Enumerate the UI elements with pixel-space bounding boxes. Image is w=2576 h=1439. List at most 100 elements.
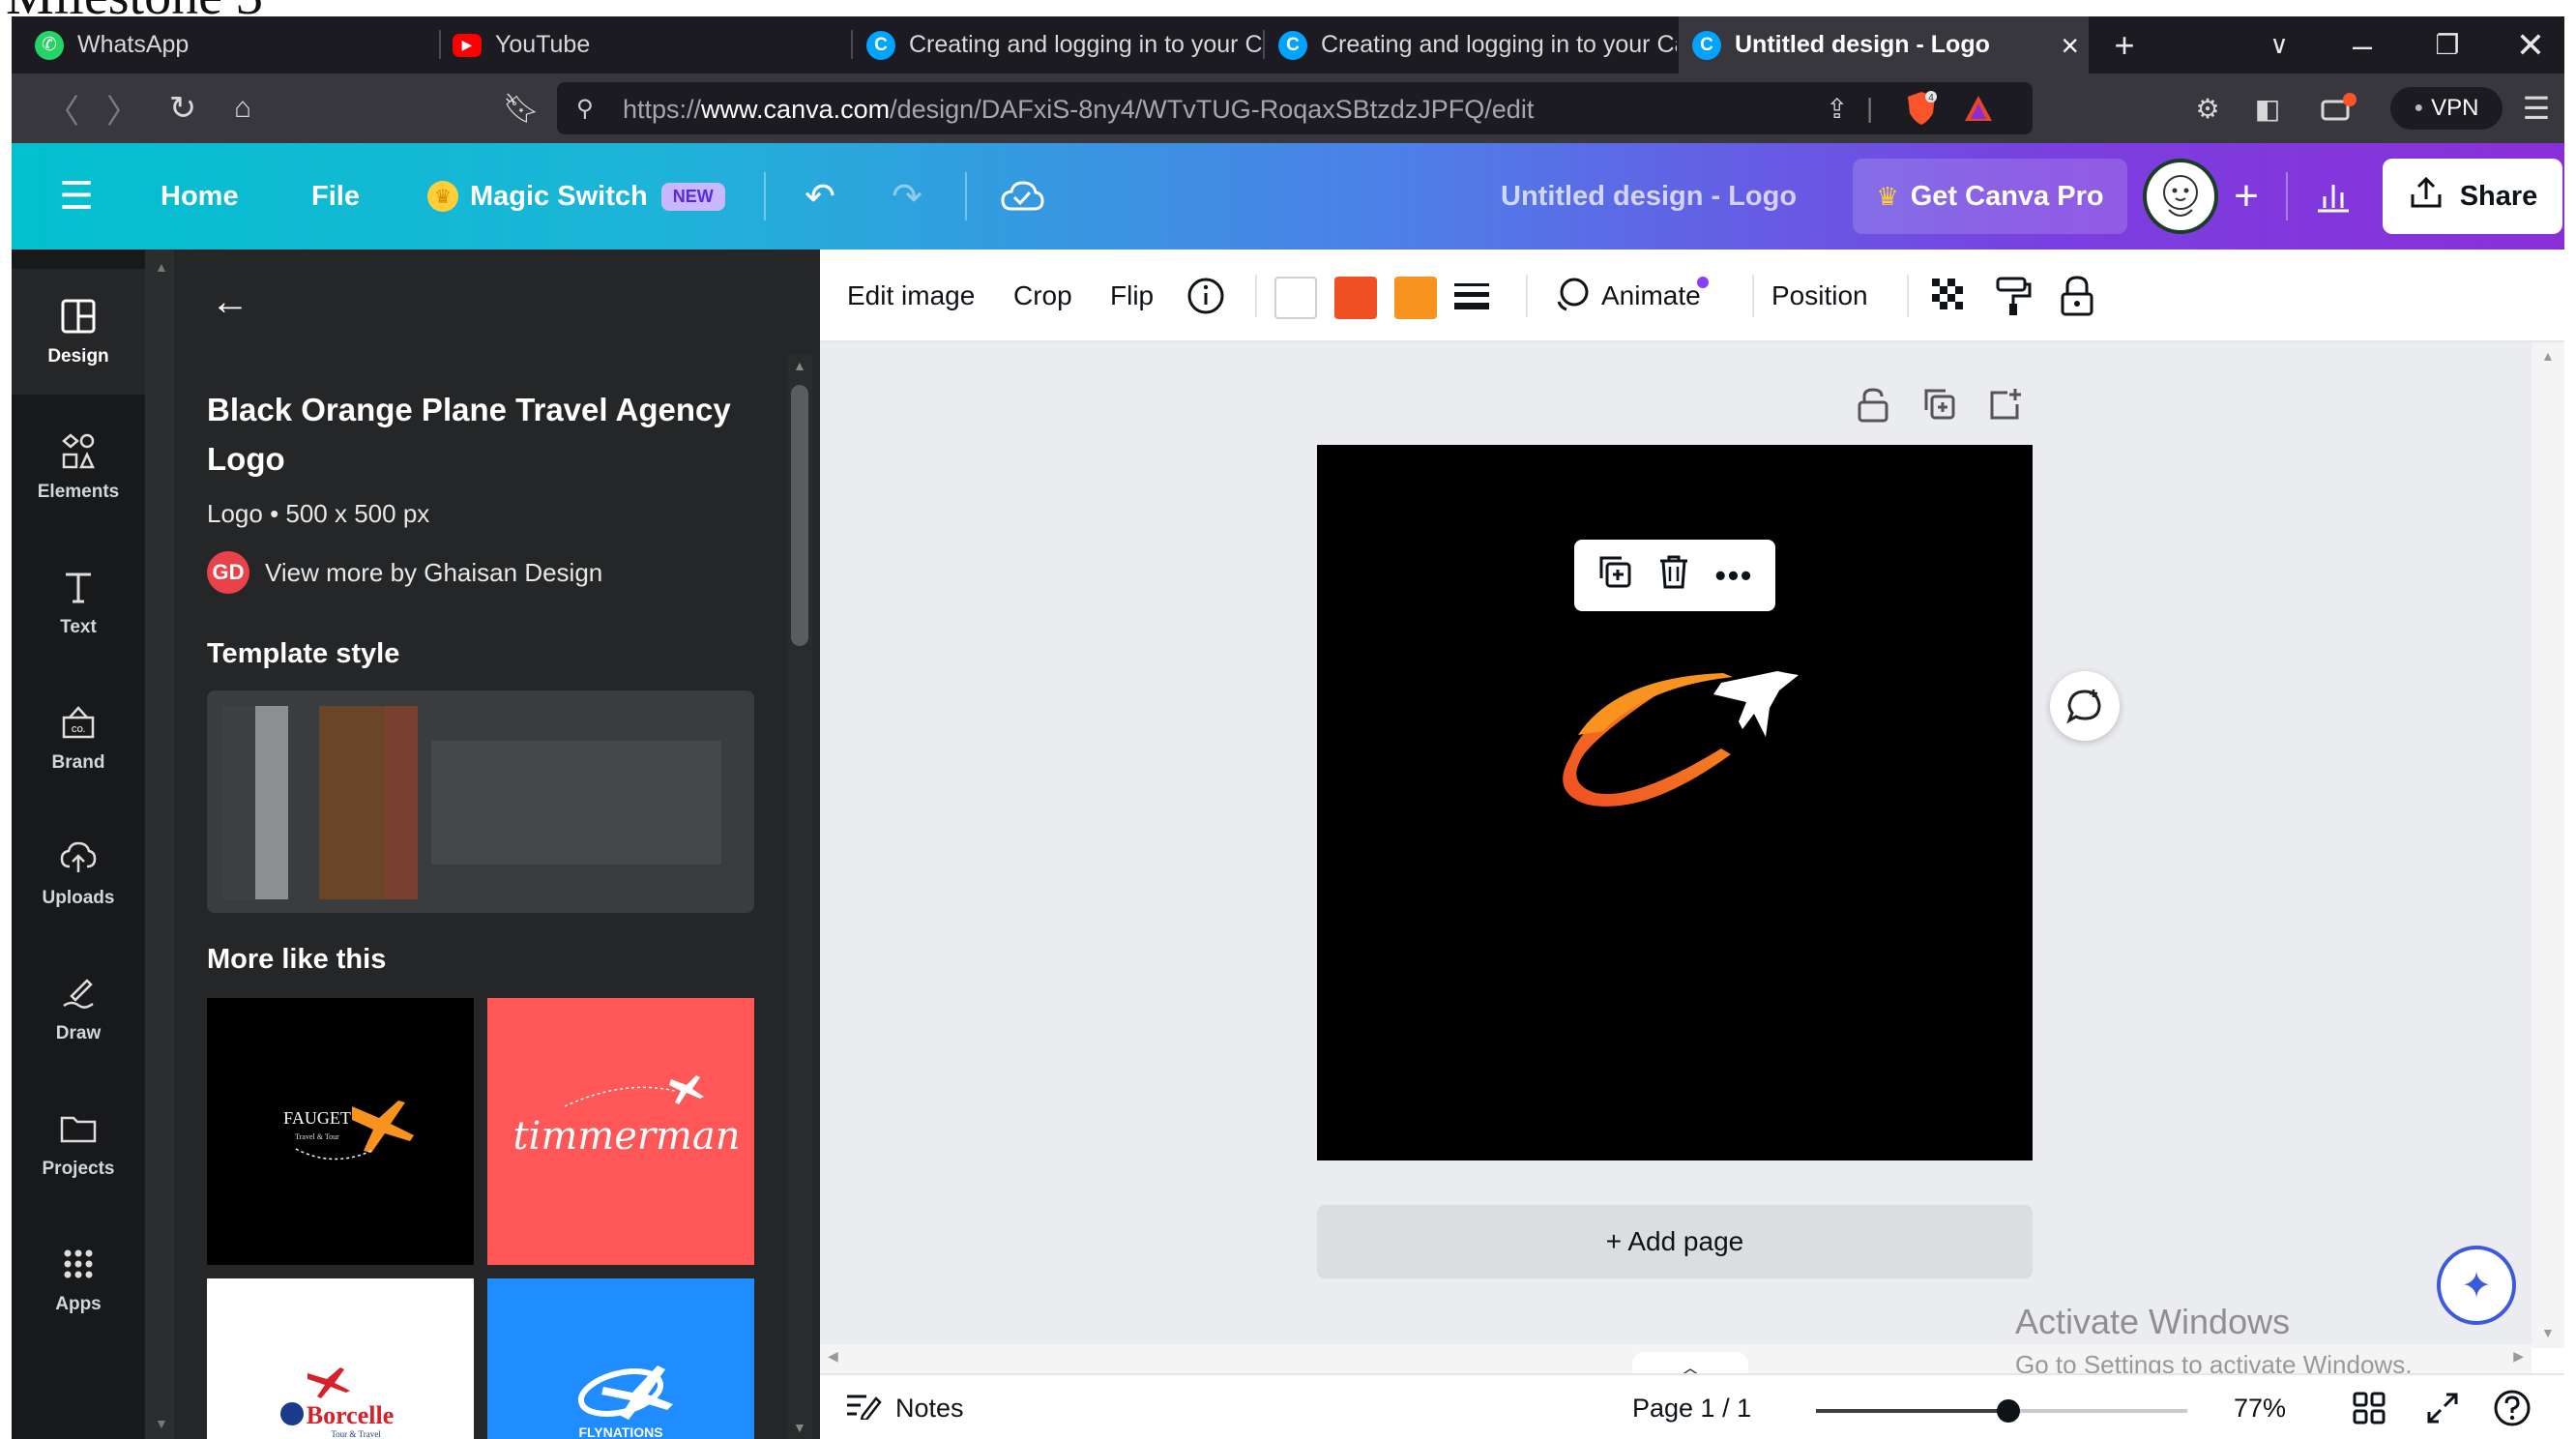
zoom-percentage[interactable]: 77% bbox=[2234, 1375, 2286, 1439]
show-pages-chevron-icon[interactable]: ︿ bbox=[1632, 1352, 1748, 1379]
duplicate-page-icon[interactable] bbox=[1922, 387, 1957, 430]
template-thumb-fauget[interactable]: FAUGET Travel & Tour bbox=[207, 998, 474, 1265]
color-swatch-white[interactable] bbox=[1274, 277, 1317, 319]
tab-list-chevron-icon[interactable]: ∨ bbox=[2245, 16, 2313, 73]
extensions-icon[interactable]: ⚙ bbox=[2181, 73, 2234, 143]
trash-icon[interactable] bbox=[1657, 553, 1690, 598]
tab-youtube[interactable]: ▶ YouTube bbox=[443, 16, 853, 73]
author-link[interactable]: GD View more by Ghaisan Design bbox=[207, 551, 602, 594]
rail-item-elements[interactable]: Elements bbox=[12, 404, 145, 530]
svg-text:FLYNATIONS: FLYNATIONS bbox=[578, 1424, 662, 1439]
add-page-button[interactable]: + Add page bbox=[1317, 1205, 2033, 1278]
page-indicator[interactable]: Page 1 / 1 bbox=[1632, 1375, 1751, 1439]
browser-menu-icon[interactable]: ☰ bbox=[2510, 73, 2562, 143]
rail-item-apps[interactable]: Apps bbox=[12, 1217, 145, 1342]
notes-button[interactable]: Notes bbox=[845, 1375, 964, 1439]
more-options-icon[interactable]: ••• bbox=[1715, 558, 1754, 594]
text-icon bbox=[66, 573, 91, 603]
panel-left-scrollbar[interactable]: ▲ ▼ bbox=[145, 250, 174, 1439]
rail-item-uploads[interactable]: Uploads bbox=[12, 810, 145, 936]
paint-roller-icon[interactable] bbox=[1994, 250, 2033, 342]
rail-item-text[interactable]: Text bbox=[12, 540, 145, 665]
add-page-icon[interactable] bbox=[1988, 387, 2023, 430]
home-icon[interactable]: ⌂ bbox=[217, 73, 269, 143]
undo-icon[interactable]: ↶ bbox=[791, 143, 849, 250]
add-collaborator-icon[interactable]: + bbox=[2222, 143, 2270, 250]
forward-icon[interactable]: 〉 bbox=[99, 73, 147, 143]
back-arrow-icon[interactable]: ← bbox=[211, 280, 249, 324]
color-swatch-red[interactable] bbox=[1334, 277, 1377, 319]
vpn-button[interactable]: ● VPN bbox=[2390, 87, 2503, 130]
canva-icon: C bbox=[1278, 30, 1307, 60]
home-button[interactable]: Home bbox=[161, 143, 239, 250]
position-button[interactable]: Position bbox=[1771, 250, 1868, 342]
fullscreen-icon[interactable] bbox=[2425, 1375, 2460, 1439]
template-thumb-flynations[interactable]: FLYNATIONS bbox=[487, 1278, 754, 1439]
close-tab-icon[interactable]: × bbox=[2061, 28, 2079, 64]
back-icon[interactable]: 〈 bbox=[39, 73, 87, 143]
cloud-saved-icon[interactable] bbox=[988, 143, 1056, 250]
sidebar-icon[interactable]: ◧ bbox=[2241, 73, 2294, 143]
help-icon[interactable] bbox=[2493, 1375, 2532, 1439]
get-canva-pro-button[interactable]: ♛ Get Canva Pro bbox=[1853, 159, 2127, 234]
site-info-icon[interactable]: ⚲ bbox=[576, 82, 594, 134]
rail-item-brand[interactable]: CO. Brand bbox=[12, 675, 145, 801]
tab-canva-help-2[interactable]: C Creating and logging in to your Ca bbox=[1267, 16, 1677, 73]
whatsapp-icon: ✆ bbox=[35, 30, 64, 60]
tab-untitled-design[interactable]: C Untitled design - Logo × bbox=[1679, 16, 2089, 73]
tab-label: Creating and logging in to your Ca bbox=[1321, 31, 1677, 58]
info-icon[interactable] bbox=[1186, 250, 1226, 342]
rail-item-draw[interactable]: Draw bbox=[12, 946, 145, 1072]
url-field[interactable]: ⚲ https://www.canva.com/design/DAFxiS-8n… bbox=[557, 82, 2033, 134]
restore-icon[interactable]: ❐ bbox=[2414, 16, 2481, 73]
vpn-status-icon: ● bbox=[2414, 100, 2424, 116]
avatar[interactable] bbox=[2143, 159, 2218, 234]
panel-scroll-thumb[interactable] bbox=[791, 385, 808, 646]
rail-item-projects[interactable]: Projects bbox=[12, 1081, 145, 1207]
design-icon bbox=[61, 299, 96, 334]
duplicate-icon[interactable] bbox=[1596, 553, 1633, 598]
template-style-card[interactable] bbox=[207, 690, 754, 913]
color-swatch-orange[interactable] bbox=[1394, 277, 1437, 319]
zoom-slider-handle[interactable] bbox=[1997, 1399, 2021, 1423]
browser-tab-bar: ✆ WhatsApp ▶ YouTube C Creating and logg… bbox=[12, 16, 2564, 73]
template-thumb-timmerman[interactable]: timmerman bbox=[487, 998, 754, 1265]
element-quick-actions: ••• bbox=[1574, 540, 1775, 611]
redo-icon[interactable]: ↷ bbox=[878, 143, 936, 250]
flip-button[interactable]: Flip bbox=[1110, 250, 1154, 342]
magic-sparkle-icon[interactable]: ✦ bbox=[2437, 1246, 2516, 1325]
lock-icon[interactable] bbox=[2060, 250, 2094, 342]
zoom-slider-fill bbox=[1816, 1409, 2009, 1413]
edit-image-button[interactable]: Edit image bbox=[847, 250, 975, 342]
share-page-icon[interactable]: ⇪ bbox=[1826, 82, 1848, 134]
brave-rewards-icon[interactable] bbox=[1963, 82, 1994, 134]
insights-chart-icon[interactable] bbox=[2299, 143, 2367, 250]
brave-shield-icon[interactable]: 4 bbox=[1905, 82, 1938, 134]
apps-icon bbox=[64, 1249, 93, 1278]
new-tab-icon[interactable]: + bbox=[2091, 16, 2158, 73]
template-thumb-borcelle[interactable]: Borcelle Tour & Travel bbox=[207, 1278, 474, 1439]
tab-label: WhatsApp bbox=[77, 31, 190, 58]
hamburger-menu-icon[interactable]: ☰ bbox=[50, 143, 102, 250]
svg-text:Borcelle: Borcelle bbox=[307, 1401, 394, 1429]
crop-button[interactable]: Crop bbox=[1013, 250, 1072, 342]
share-button[interactable]: Share bbox=[2383, 159, 2562, 234]
magic-switch-button[interactable]: ♛ Magic Switch NEW bbox=[427, 143, 725, 250]
document-title[interactable]: Untitled design - Logo bbox=[1501, 143, 1797, 250]
grid-view-icon[interactable] bbox=[2352, 1375, 2386, 1439]
line-weight-icon[interactable] bbox=[1452, 250, 1491, 342]
file-menu-button[interactable]: File bbox=[311, 143, 360, 250]
transparency-icon[interactable] bbox=[1930, 250, 1969, 342]
minimize-icon[interactable]: – bbox=[2328, 16, 2396, 73]
animate-button[interactable]: Animate bbox=[1551, 250, 1709, 342]
tab-canva-help-1[interactable]: C Creating and logging in to your Ca bbox=[855, 16, 1265, 73]
comment-add-icon[interactable] bbox=[2050, 671, 2120, 741]
page-lock-icon[interactable] bbox=[1857, 387, 1889, 432]
wallet-icon[interactable] bbox=[2309, 73, 2367, 143]
tab-whatsapp[interactable]: ✆ WhatsApp bbox=[25, 16, 441, 73]
close-window-icon[interactable]: ✕ bbox=[2497, 16, 2564, 73]
workspace-vertical-scrollbar[interactable]: ▲ ▼ bbox=[2532, 342, 2564, 1348]
rail-item-design[interactable]: Design bbox=[12, 269, 145, 395]
bookmark-icon[interactable]: 🔖︎ bbox=[495, 73, 547, 143]
reload-icon[interactable]: ↻ bbox=[157, 73, 209, 143]
